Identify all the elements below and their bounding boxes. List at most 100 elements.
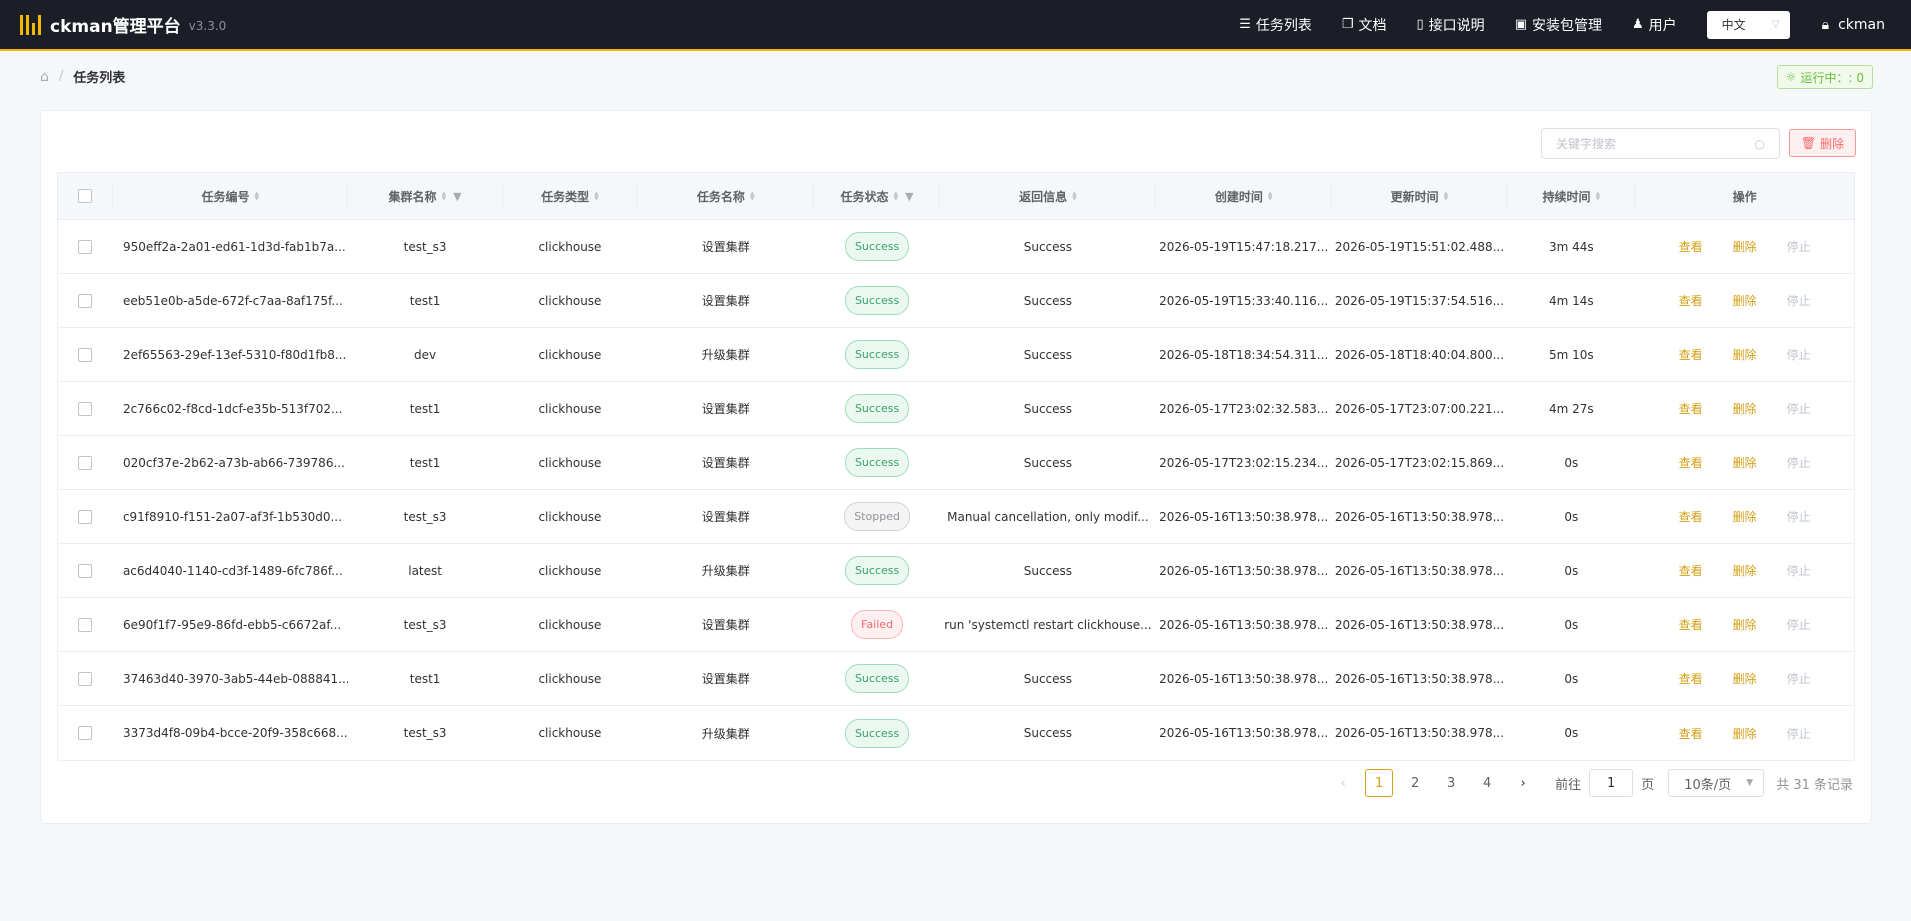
row-checkbox[interactable]: [78, 401, 93, 416]
nav-api[interactable]: ▯ 接口说明: [1417, 15, 1485, 35]
stop-button[interactable]: 停止: [1787, 238, 1811, 255]
stop-button[interactable]: 停止: [1787, 562, 1811, 579]
delete-button[interactable]: 删除: [1733, 562, 1757, 579]
sort-icon[interactable]: ▲ ▼: [1595, 191, 1600, 202]
stop-button[interactable]: 停止: [1787, 616, 1811, 633]
header-task-name[interactable]: 任务名称 ▲ ▼: [637, 173, 814, 219]
status-badge: Success: [844, 556, 910, 585]
row-checkbox[interactable]: [78, 617, 93, 632]
delete-button[interactable]: 删除: [1733, 400, 1757, 417]
view-button[interactable]: 查看: [1679, 238, 1703, 255]
sort-icon[interactable]: ▲ ▼: [442, 191, 447, 202]
filter-icon[interactable]: ▼: [905, 190, 913, 203]
created-time: 2026-05-19T15:33:40.116...: [1159, 293, 1329, 308]
header-actions: 操作: [1635, 173, 1854, 219]
sort-icon[interactable]: ▲ ▼: [894, 191, 899, 202]
task-list-card: 关键字搜索 ○ 🗑︎ 删除 任务编号 ▲ ▼ 集群名称 ▲ ▼ ▼ 任务类型 ▲ ▼ 任务名称 ▲…: [40, 110, 1872, 824]
view-button[interactable]: 查看: [1679, 725, 1703, 742]
view-button[interactable]: 查看: [1679, 508, 1703, 525]
row-checkbox[interactable]: [78, 239, 93, 254]
sort-icon[interactable]: ▲ ▼: [255, 191, 260, 202]
sort-icon[interactable]: ▲ ▼: [1444, 191, 1449, 202]
header-duration[interactable]: 持续时间 ▲ ▼: [1507, 173, 1636, 219]
view-button[interactable]: 查看: [1679, 562, 1703, 579]
duration: 0s: [1564, 563, 1579, 578]
nav-docs[interactable]: ❒ 文档: [1342, 15, 1387, 35]
view-button[interactable]: 查看: [1679, 292, 1703, 309]
nav-tasks[interactable]: ☰ 任务列表: [1239, 15, 1312, 35]
task-id: 2ef65563-29ef-13ef-5310-f80d1fb8...: [122, 347, 347, 362]
delete-button[interactable]: 删除: [1733, 346, 1757, 363]
stop-button[interactable]: 停止: [1787, 400, 1811, 417]
updated-time: 2026-05-17T23:02:15.869...: [1334, 455, 1505, 470]
table-row: eeb51e0b-a5de-672f-c7aa-8af175f... test1 c…: [58, 274, 1854, 328]
created-time: 2026-05-17T23:02:15.234...: [1159, 455, 1329, 470]
delete-button[interactable]: 删除: [1733, 670, 1757, 687]
row-checkbox[interactable]: [78, 293, 93, 308]
page-2-button[interactable]: 2: [1401, 769, 1429, 797]
row-checkbox[interactable]: [78, 671, 93, 686]
select-all-checkbox[interactable]: [78, 189, 93, 203]
page-size-select[interactable]: 10条/页 ▼: [1668, 769, 1765, 797]
header-cluster[interactable]: 集群名称 ▲ ▼ ▼: [348, 173, 503, 219]
header-status[interactable]: 任务状态 ▲ ▼ ▼: [814, 173, 940, 219]
header-created[interactable]: 创建时间 ▲ ▼: [1156, 173, 1332, 219]
row-checkbox[interactable]: [78, 347, 93, 362]
task-type: clickhouse: [538, 509, 602, 524]
duration: 0s: [1564, 455, 1579, 470]
stop-button[interactable]: 停止: [1787, 670, 1811, 687]
app-version: v3.3.0: [188, 19, 227, 33]
filter-icon[interactable]: ▼: [453, 190, 461, 203]
return-message: Manual cancellation, only modif...: [947, 509, 1149, 524]
header-task-type[interactable]: 任务类型 ▲ ▼: [503, 173, 638, 219]
view-button[interactable]: 查看: [1679, 400, 1703, 417]
sort-icon[interactable]: ▲ ▼: [594, 191, 599, 202]
next-page-icon[interactable]: ›: [1513, 776, 1533, 791]
sort-icon[interactable]: ▲ ▼: [1268, 191, 1273, 202]
stop-button[interactable]: 停止: [1787, 292, 1811, 309]
bulk-delete-label: 删除: [1820, 136, 1845, 151]
prev-page-icon[interactable]: ‹: [1333, 776, 1353, 791]
goto-page-input[interactable]: 1: [1589, 769, 1634, 797]
bulk-delete-button[interactable]: 🗑︎ 删除: [1789, 129, 1856, 157]
header-message[interactable]: 返回信息 ▲ ▼: [940, 173, 1156, 219]
language-select[interactable]: 中文 ▽: [1706, 10, 1790, 39]
search-input[interactable]: 关键字搜索 ○: [1541, 128, 1780, 159]
delete-button[interactable]: 删除: [1733, 292, 1757, 309]
nav-users[interactable]: ♟ 用户: [1632, 15, 1677, 35]
delete-button[interactable]: 删除: [1733, 238, 1757, 255]
row-checkbox[interactable]: [78, 455, 93, 470]
page-1-button[interactable]: 1: [1365, 769, 1394, 797]
view-button[interactable]: 查看: [1679, 346, 1703, 363]
header-cluster-label: 集群名称: [388, 189, 437, 204]
page-3-button[interactable]: 3: [1437, 769, 1465, 797]
stop-button[interactable]: 停止: [1787, 454, 1811, 471]
header-task-id[interactable]: 任务编号 ▲ ▼: [113, 173, 348, 219]
view-button[interactable]: 查看: [1679, 670, 1703, 687]
user-menu[interactable]: 🔒︎ ckman: [1822, 17, 1885, 33]
row-checkbox[interactable]: [78, 726, 93, 740]
app-logo[interactable]: ckman管理平台 v3.3.0: [20, 12, 226, 37]
created-time: 2026-05-16T13:50:38.978...: [1159, 617, 1329, 632]
nav-api-label: 接口说明: [1428, 17, 1485, 34]
return-message: Success: [1023, 293, 1073, 308]
goto-suffix: 页: [1641, 777, 1655, 793]
sort-icon[interactable]: ▲ ▼: [1072, 191, 1077, 202]
page-4-button[interactable]: 4: [1473, 769, 1501, 797]
row-checkbox[interactable]: [78, 563, 93, 578]
row-checkbox[interactable]: [78, 509, 93, 524]
delete-button[interactable]: 删除: [1733, 725, 1757, 742]
view-button[interactable]: 查看: [1679, 454, 1703, 471]
nav-packages[interactable]: ▣ 安装包管理: [1515, 15, 1602, 35]
stop-button[interactable]: 停止: [1787, 508, 1811, 525]
stop-button[interactable]: 停止: [1787, 725, 1811, 742]
sort-icon[interactable]: ▲ ▼: [750, 191, 755, 202]
delete-button[interactable]: 删除: [1733, 454, 1757, 471]
stop-button[interactable]: 停止: [1787, 346, 1811, 363]
delete-button[interactable]: 删除: [1733, 616, 1757, 633]
delete-button[interactable]: 删除: [1733, 508, 1757, 525]
home-icon[interactable]: ⌂: [40, 69, 49, 85]
updated-time: 2026-05-19T15:37:54.516...: [1334, 293, 1505, 308]
view-button[interactable]: 查看: [1679, 616, 1703, 633]
header-updated[interactable]: 更新时间 ▲ ▼: [1332, 173, 1508, 219]
